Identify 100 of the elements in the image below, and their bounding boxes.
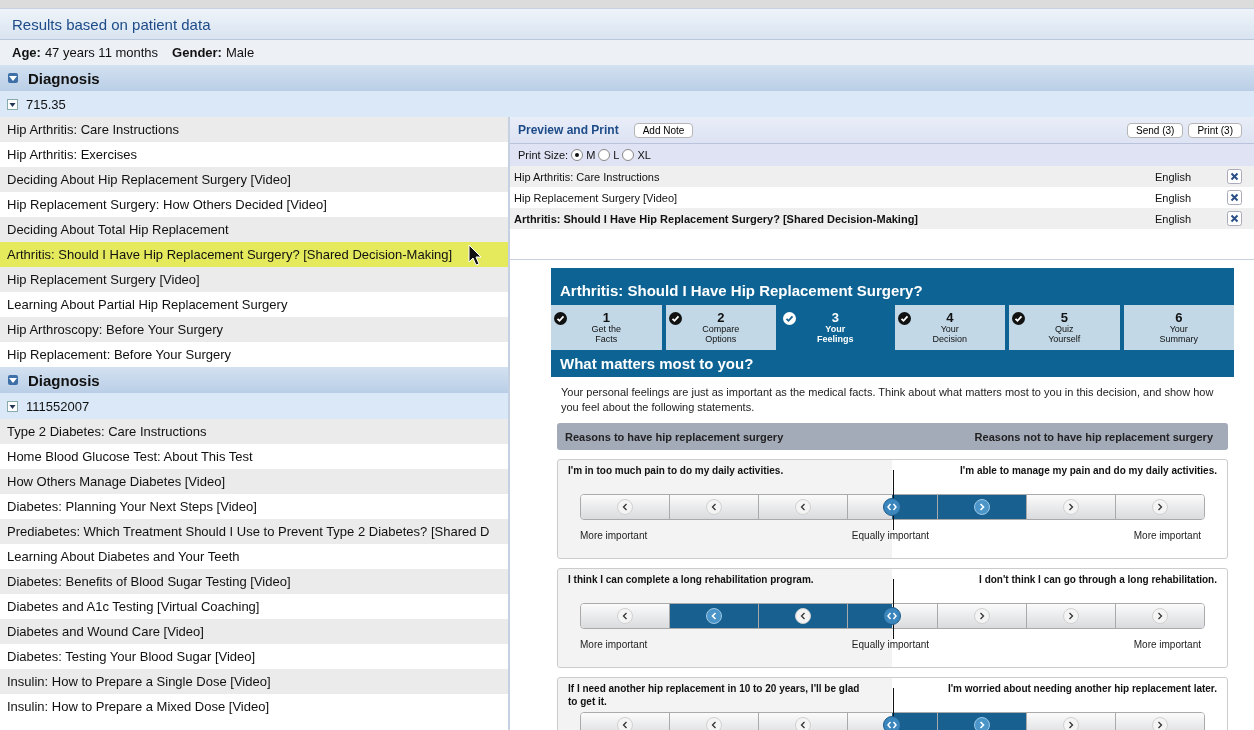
- article-list-item[interactable]: Hip Replacement Surgery [Video]: [0, 267, 508, 292]
- preference-slider[interactable]: [580, 494, 1205, 520]
- chevron-right-icon: [1062, 717, 1079, 730]
- step-label: Your Feelings: [816, 324, 855, 344]
- diagnosis-code-row[interactable]: 111552007: [0, 393, 508, 419]
- chevron-right-icon: [973, 608, 990, 624]
- chevron-right-icon: [1151, 717, 1168, 730]
- slider-segment[interactable]: [581, 495, 671, 519]
- article-list-item[interactable]: Deciding About Hip Replacement Surgery [Video]: [0, 167, 508, 192]
- diagnosis-label: Diagnosis: [28, 371, 100, 389]
- print-button[interactable]: Print (3): [1188, 122, 1242, 138]
- slider-segment[interactable]: [1115, 604, 1204, 628]
- diagnosis-header[interactable]: Diagnosis: [0, 367, 508, 393]
- print-item-title: Hip Arthritis: Care Instructions: [514, 170, 661, 183]
- chevron-right-icon: [973, 717, 990, 730]
- chevron-left-icon: [706, 608, 723, 624]
- statement-text: I'm in too much pain to do my daily activities.: [568, 464, 785, 478]
- chevron-left-icon: [706, 717, 723, 730]
- diagnosis-label: Diagnosis: [28, 69, 100, 87]
- close-icon[interactable]: [1227, 169, 1242, 184]
- step-tab[interactable]: 6 Your Summary: [1123, 305, 1234, 350]
- step-tab[interactable]: 1 Get the Facts: [551, 305, 662, 350]
- slider-segment[interactable]: [670, 495, 760, 519]
- slider-segment[interactable]: [670, 713, 760, 730]
- radio-button[interactable]: [571, 149, 584, 161]
- intro-paragraph: Your personal feelings are just as important as the medical facts. Think about what matters most to you in this decision, and show how you feel about the following statements.: [561, 385, 1215, 415]
- diagnosis-code-row[interactable]: 715.35: [0, 91, 1254, 117]
- slider-segment[interactable]: [581, 713, 671, 730]
- statement-text: I think I can complete a long rehabilitation program.: [568, 573, 815, 587]
- preview-title: Preview and Print: [518, 123, 619, 137]
- slider-segment[interactable]: [1115, 495, 1204, 519]
- slider-thumb[interactable]: [670, 604, 760, 628]
- slider-segment[interactable]: [1115, 713, 1204, 730]
- preference-slider[interactable]: [580, 603, 1205, 629]
- slider-thumb[interactable]: [937, 495, 1027, 519]
- slider-segment[interactable]: [1026, 604, 1116, 628]
- article-list-item[interactable]: How Others Manage Diabetes [Video]: [0, 469, 508, 494]
- print-size-label: Print Size:: [518, 149, 569, 161]
- slider-thumb[interactable]: [937, 713, 1027, 730]
- language-label: English: [1155, 170, 1193, 183]
- reasons-against-label: Reasons not to have hip replacement surgery: [974, 430, 1213, 443]
- step-tab[interactable]: 2 Compare Options: [665, 305, 776, 350]
- slider-segment[interactable]: [1026, 713, 1116, 730]
- article-list-item[interactable]: Insulin: How to Prepare a Single Dose [Video]: [0, 669, 508, 694]
- step-number: 2: [717, 311, 725, 324]
- decision-aid-title: Arthritis: Should I Have Hip Replacement Surgery?: [551, 268, 1234, 305]
- article-list-item[interactable]: Diabetes: Benefits of Blood Sugar Testing [Video]: [0, 569, 508, 594]
- send-button[interactable]: Send (3): [1127, 122, 1184, 138]
- step-label: Your Summary: [1158, 324, 1199, 344]
- reasons-for-label: Reasons to have hip replacement surgery: [565, 430, 784, 443]
- step-label: Quiz Yourself: [1047, 324, 1082, 344]
- step-number: 1: [602, 311, 610, 324]
- scale-label: More important: [580, 639, 648, 650]
- scale-label: Equally important: [851, 530, 930, 541]
- step-label: Your Decision: [931, 324, 968, 344]
- close-icon[interactable]: [1227, 190, 1242, 205]
- gender-label: Gender:: [172, 45, 222, 60]
- size-option-label: XL: [637, 149, 651, 161]
- statement-text: I'm able to manage my pain and do my daily activities.: [960, 464, 1217, 478]
- close-icon[interactable]: [1227, 211, 1242, 226]
- scale-label: More important: [1133, 530, 1201, 541]
- panel-title: Results based on patient data: [12, 15, 211, 33]
- slider-segment[interactable]: [848, 604, 938, 628]
- slider-segment[interactable]: [759, 604, 849, 628]
- radio-button[interactable]: [622, 149, 635, 161]
- chevron-left-icon: [795, 608, 812, 624]
- slider-segment[interactable]: [581, 604, 671, 628]
- mouse-pointer-icon: [468, 244, 482, 266]
- add-note-button[interactable]: Add Note: [633, 122, 694, 138]
- language-label: English: [1155, 191, 1193, 204]
- chevron-right-icon: [973, 499, 990, 515]
- slider-segment[interactable]: [759, 495, 849, 519]
- slider-segment[interactable]: [1026, 495, 1116, 519]
- article-list-item[interactable]: Type 2 Diabetes: Care Instructions: [0, 419, 508, 444]
- chevron-right-icon: [1062, 608, 1079, 624]
- scale-label: More important: [1133, 639, 1201, 650]
- article-list-item[interactable]: Diabetes and Wound Care [Video]: [0, 619, 508, 644]
- article-list-item[interactable]: Hip Arthroscopy: Before Your Surgery: [0, 317, 508, 342]
- radio-button[interactable]: [598, 149, 611, 161]
- slider-segment[interactable]: [759, 713, 849, 730]
- step-tab[interactable]: 5 Quiz Yourself: [1009, 305, 1120, 350]
- statement-text: I don't think I can go through a long rehabilitation.: [979, 573, 1217, 587]
- chevron-left-icon: [617, 608, 634, 624]
- slider-segment[interactable]: [937, 604, 1027, 628]
- diagnosis-header[interactable]: Diagnosis: [0, 65, 1254, 91]
- slider-segment[interactable]: [848, 713, 938, 730]
- age-label: Age:: [12, 45, 41, 60]
- slider-segment[interactable]: [848, 495, 938, 519]
- chevron-left-icon: [706, 499, 723, 515]
- article-list-item[interactable]: Deciding About Total Hip Replacement: [0, 217, 508, 242]
- step-tab[interactable]: 4 Your Decision: [894, 305, 1005, 350]
- size-option-label: L: [613, 149, 620, 161]
- statement-text: I'm worried about needing another hip replacement later.: [947, 682, 1217, 696]
- article-list-item[interactable]: Arthritis: Should I Have Hip Replacement Surgery? [Shared Decision-Making]: [0, 242, 508, 267]
- chevron-left-icon: [617, 717, 634, 730]
- chevron-left-icon: [617, 499, 634, 515]
- statement-text: If I need another hip replacement in 10 to 20 years, I'll be glad to get it.: [568, 682, 861, 709]
- article-list-item[interactable]: Prediabetes: Which Treatment Should I Use to Prevent Type 2 Diabetes? [Shared D: [0, 519, 508, 544]
- article-list-item[interactable]: Hip Arthritis: Care Instructions: [0, 117, 508, 142]
- chevron-right-icon: [1062, 499, 1079, 515]
